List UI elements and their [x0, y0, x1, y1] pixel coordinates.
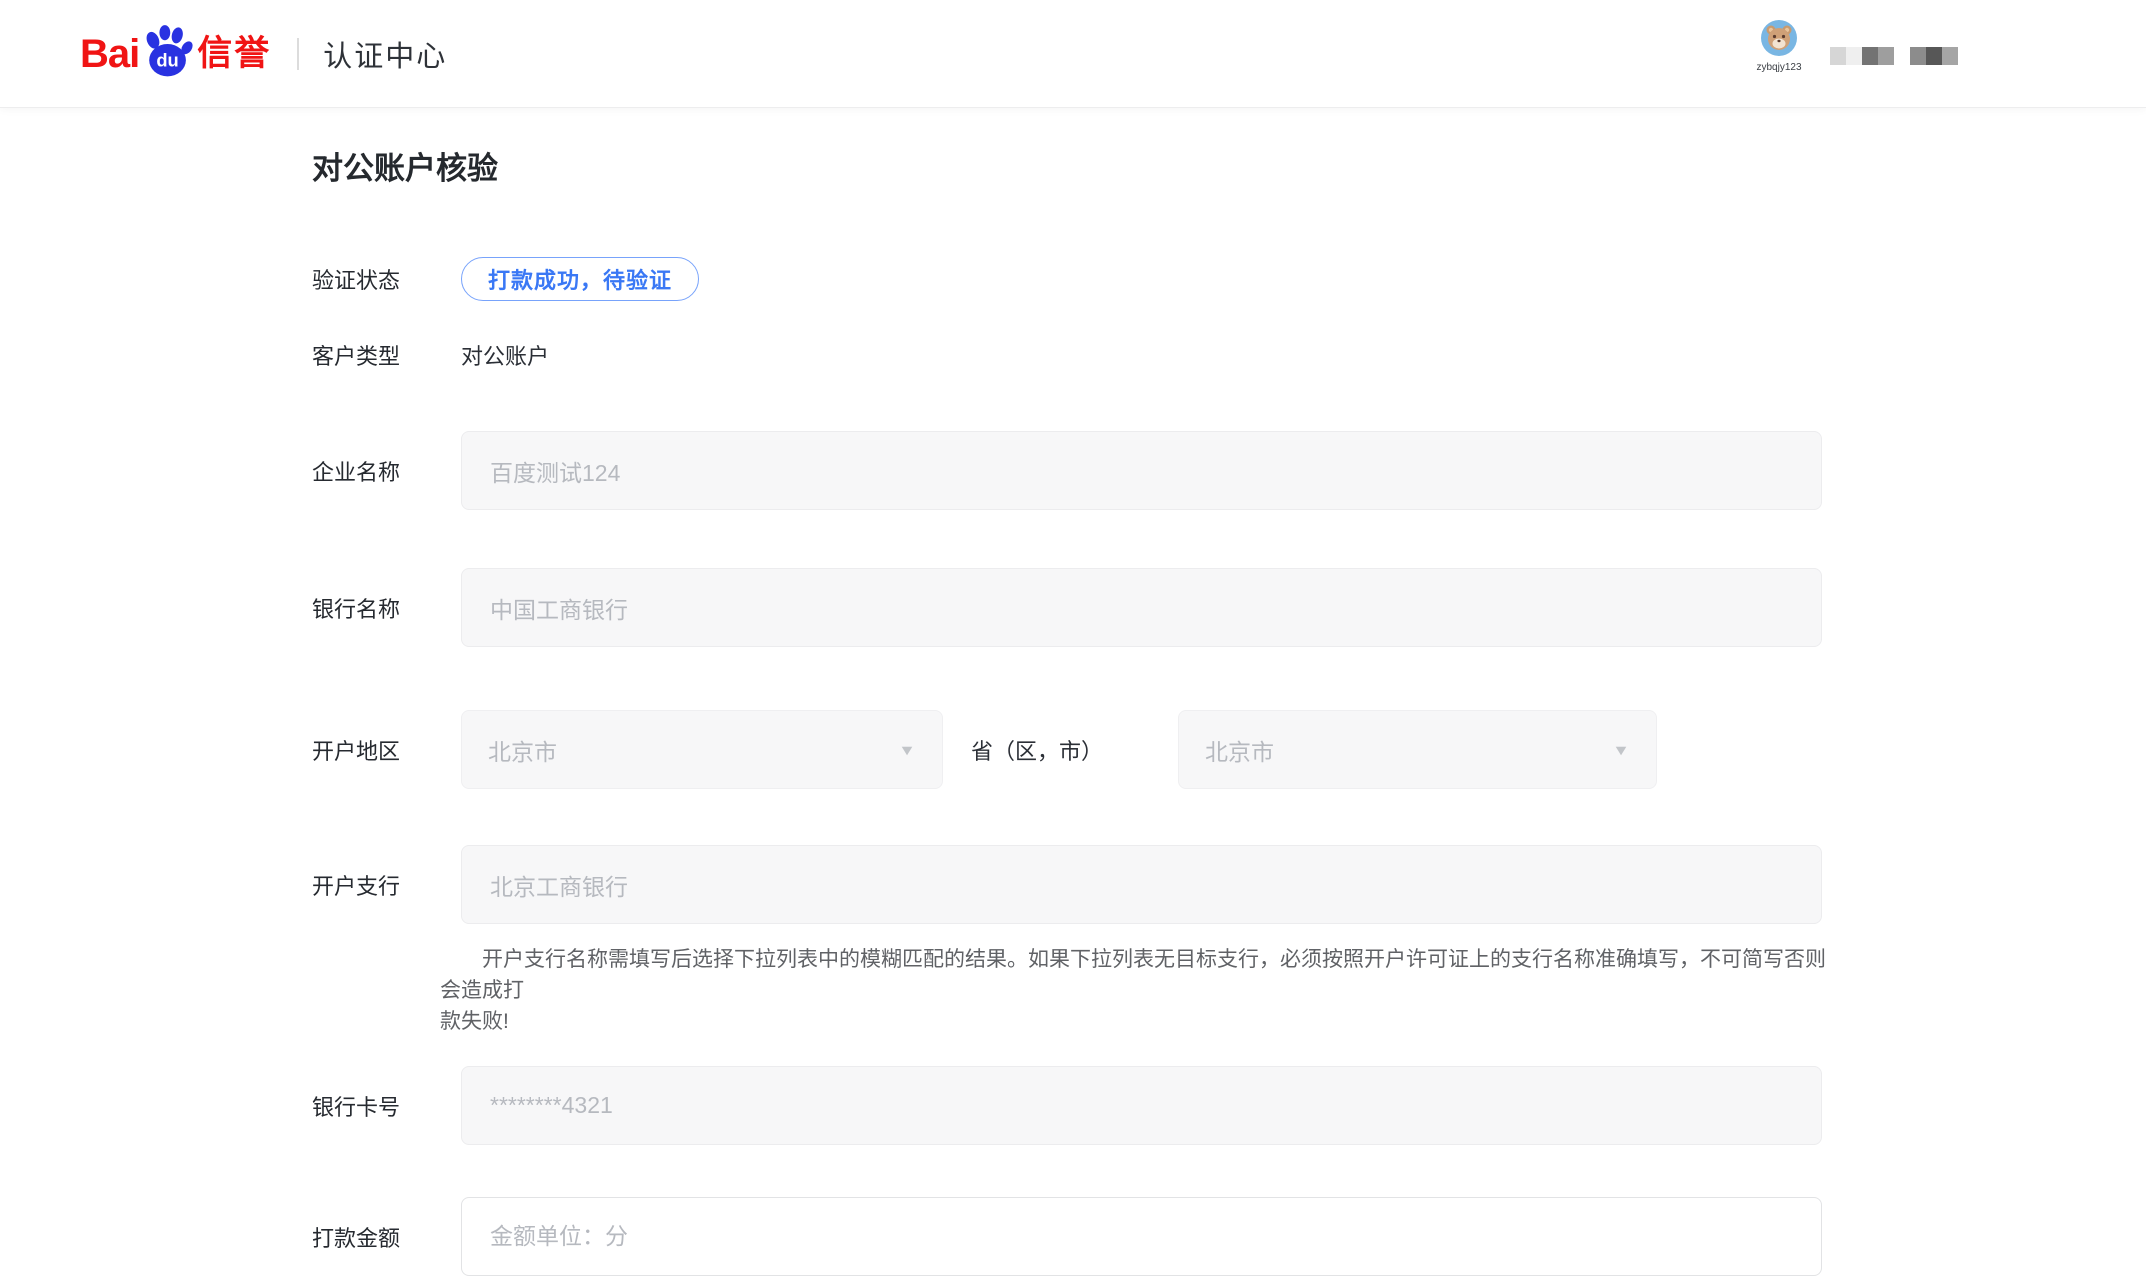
- user-area: zybqjy123: [1746, 20, 1812, 73]
- city-select-value: 北京市: [1205, 733, 1274, 767]
- header-divider: [297, 38, 299, 70]
- company-name-input: [461, 431, 1822, 510]
- row-bank-region: 开户地区 北京市 ▼ 省（区，市） 北京市 ▼: [312, 710, 1657, 789]
- customer-type-label: 客户类型: [312, 339, 461, 371]
- bank-name-input: [461, 568, 1822, 647]
- logo-text-xinyu: 信誉: [197, 36, 271, 71]
- company-name-label: 企业名称: [312, 455, 461, 487]
- baidu-xinyu-logo[interactable]: Bai du 信誉 认证中心: [80, 0, 447, 107]
- verify-status-label: 验证状态: [312, 263, 461, 295]
- row-company-name: 企业名称: [312, 431, 1822, 510]
- amount-input[interactable]: [461, 1197, 1822, 1276]
- logo-text-du: du: [157, 49, 179, 70]
- branch-hint-line2: 款失败!: [440, 1010, 509, 1033]
- page-title: 对公账户核验: [312, 143, 498, 188]
- city-select[interactable]: 北京市 ▼: [1178, 710, 1657, 789]
- region-unit-label: 省（区，市）: [943, 734, 1178, 766]
- chevron-down-icon: ▼: [1612, 742, 1630, 756]
- branch-hint-line1: 开户支行名称需填写后选择下拉列表中的模糊匹配的结果。如果下拉列表无目标支行，必须…: [440, 948, 1826, 1002]
- province-select[interactable]: 北京市 ▼: [461, 710, 943, 789]
- card-number-label: 银行卡号: [312, 1090, 461, 1122]
- customer-type-value: 对公账户: [461, 339, 549, 371]
- row-card-number: 银行卡号: [312, 1066, 1822, 1145]
- branch-input: [461, 845, 1822, 924]
- province-select-value: 北京市: [488, 733, 557, 767]
- logo-text-bai: Bai: [80, 34, 139, 74]
- row-bank-name: 银行名称: [312, 568, 1822, 647]
- card-number-input: [461, 1066, 1822, 1145]
- avatar[interactable]: [1761, 20, 1797, 56]
- header: Bai du 信誉 认证中心: [0, 0, 2146, 108]
- bank-region-label: 开户地区: [312, 734, 461, 766]
- row-amount: 打款金额: [312, 1197, 1822, 1276]
- status-badge: 打款成功，待验证: [461, 257, 699, 301]
- branch-label: 开户支行: [312, 869, 461, 901]
- row-branch: 开户支行: [312, 845, 1822, 924]
- amount-label: 打款金额: [312, 1221, 461, 1253]
- baidu-paw-icon: du: [140, 24, 194, 78]
- redacted-text: [1830, 47, 1958, 65]
- bank-name-label: 银行名称: [312, 592, 461, 624]
- username: zybqjy123: [1746, 63, 1812, 73]
- branch-hint: 开户支行名称需填写后选择下拉列表中的模糊匹配的结果。如果下拉列表无目标支行，必须…: [440, 944, 1840, 1037]
- chevron-down-icon: ▼: [898, 742, 916, 756]
- row-verify-status: 验证状态 打款成功，待验证: [312, 257, 699, 301]
- page: Bai du 信誉 认证中心: [0, 0, 2146, 1286]
- header-title: 认证中心: [323, 33, 447, 75]
- row-customer-type: 客户类型 对公账户: [312, 343, 549, 367]
